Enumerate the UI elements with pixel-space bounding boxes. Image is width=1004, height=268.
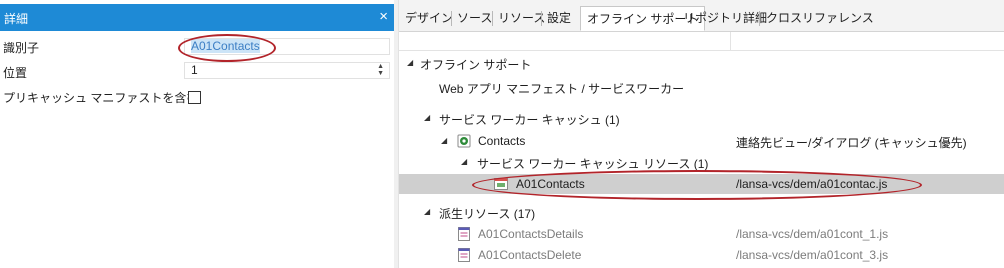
tree-label: A01ContactsDelete (478, 248, 582, 262)
tree-label: サービス ワーカー キャッシュ リソース (1) (477, 157, 709, 171)
position-value: 1 (191, 63, 198, 77)
stepper-up-icon[interactable]: ▲ (377, 63, 384, 70)
column-divider[interactable] (730, 32, 731, 50)
identifier-label: 識別子 (3, 41, 40, 55)
tree-path: /lansa-vcs/dem/a01contac.js (736, 177, 888, 191)
tree-detail: 連絡先ビュー/ダイアログ (キャッシュ優先) (736, 136, 967, 150)
form-icon (458, 227, 470, 241)
expand-triangle-icon[interactable]: ◢ (441, 136, 447, 145)
tree-label: サービス ワーカー キャッシュ (1) (439, 113, 620, 127)
tab-separator (451, 11, 452, 26)
web-page-icon (494, 178, 508, 190)
tree-label: オフライン サポート (420, 58, 532, 72)
tree-row-a01contacts[interactable]: A01Contacts /lansa-vcs/dem/a01contac.js (399, 174, 1004, 194)
details-header: 詳細 × (0, 4, 394, 31)
tree-path: /lansa-vcs/dem/a01cont_1.js (736, 227, 889, 241)
expand-triangle-icon[interactable]: ◢ (407, 58, 413, 67)
details-title: 詳細 (4, 12, 29, 26)
details-panel: 詳細 × 識別子 A01Contacts 位置 1 ▲ ▼ プリキャッシュ マニ… (0, 0, 394, 268)
tab-separator (759, 11, 760, 26)
tree-label: Web アプリ マニフェスト / サービスワーカー (439, 82, 685, 96)
tree-path: /lansa-vcs/dem/a01cont_3.js (736, 248, 889, 262)
expand-triangle-icon[interactable]: ◢ (424, 113, 430, 122)
expand-triangle-icon[interactable]: ◢ (424, 207, 430, 216)
tab-repository-details[interactable]: リポジトリ詳細 (683, 9, 767, 29)
stepper-arrows[interactable]: ▲ ▼ (377, 63, 384, 77)
position-label: 位置 (3, 66, 28, 80)
tree-row-derived[interactable]: ◢ 派生リソース (17) (399, 202, 1004, 222)
tab-source[interactable]: ソース (457, 9, 492, 29)
column-header (399, 32, 1004, 51)
tab-separator (492, 11, 493, 26)
identifier-field[interactable]: A01Contacts (184, 38, 390, 55)
tree-row-manifest[interactable]: Web アプリ マニフェスト / サービスワーカー (399, 77, 1004, 97)
editor-panel: デザイン ソース リソース 設定 オフライン サポート リポジトリ詳細 クロスリ… (399, 0, 1004, 268)
tab-design[interactable]: デザイン (405, 9, 453, 29)
precache-checkbox[interactable] (188, 91, 201, 104)
stepper-down-icon[interactable]: ▼ (377, 70, 384, 77)
tree-row-offline-support[interactable]: ◢ オフライン サポート (399, 53, 1004, 73)
tree-label: A01ContactsDetails (478, 227, 584, 241)
tree-label: A01Contacts (516, 177, 585, 191)
form-icon (458, 248, 470, 262)
tree-label: 派生リソース (17) (439, 207, 536, 221)
tree-row-derived-item[interactable]: A01ContactsDetails /lansa-vcs/dem/a01con… (399, 224, 1004, 244)
tab-separator (541, 11, 542, 26)
expand-triangle-icon[interactable]: ◢ (461, 157, 467, 166)
tab-settings[interactable]: 設定 (547, 9, 571, 29)
close-icon[interactable]: × (379, 8, 388, 25)
identifier-value: A01Contacts (191, 39, 260, 53)
precache-label: プリキャッシュ マニファストを含む (3, 91, 199, 105)
tree-row-contacts[interactable]: ◢ Contacts 連絡先ビュー/ダイアログ (キャッシュ優先) (399, 131, 1004, 151)
green-gear-icon (457, 134, 471, 148)
tree-row-sw-cache[interactable]: ◢ サービス ワーカー キャッシュ (1) (399, 108, 1004, 128)
tab-bar: デザイン ソース リソース 設定 オフライン サポート リポジトリ詳細 クロスリ… (399, 0, 1004, 32)
tab-resources[interactable]: リソース (498, 9, 545, 29)
tree-label: Contacts (478, 134, 526, 148)
tree-row-derived-item[interactable]: A01ContactsDelete /lansa-vcs/dem/a01cont… (399, 245, 1004, 265)
position-stepper[interactable]: 1 ▲ ▼ (184, 62, 390, 79)
tab-cross-reference[interactable]: クロスリファレンス (766, 9, 874, 29)
tree-row-cache-resources[interactable]: ◢ サービス ワーカー キャッシュ リソース (1) (399, 152, 1004, 172)
